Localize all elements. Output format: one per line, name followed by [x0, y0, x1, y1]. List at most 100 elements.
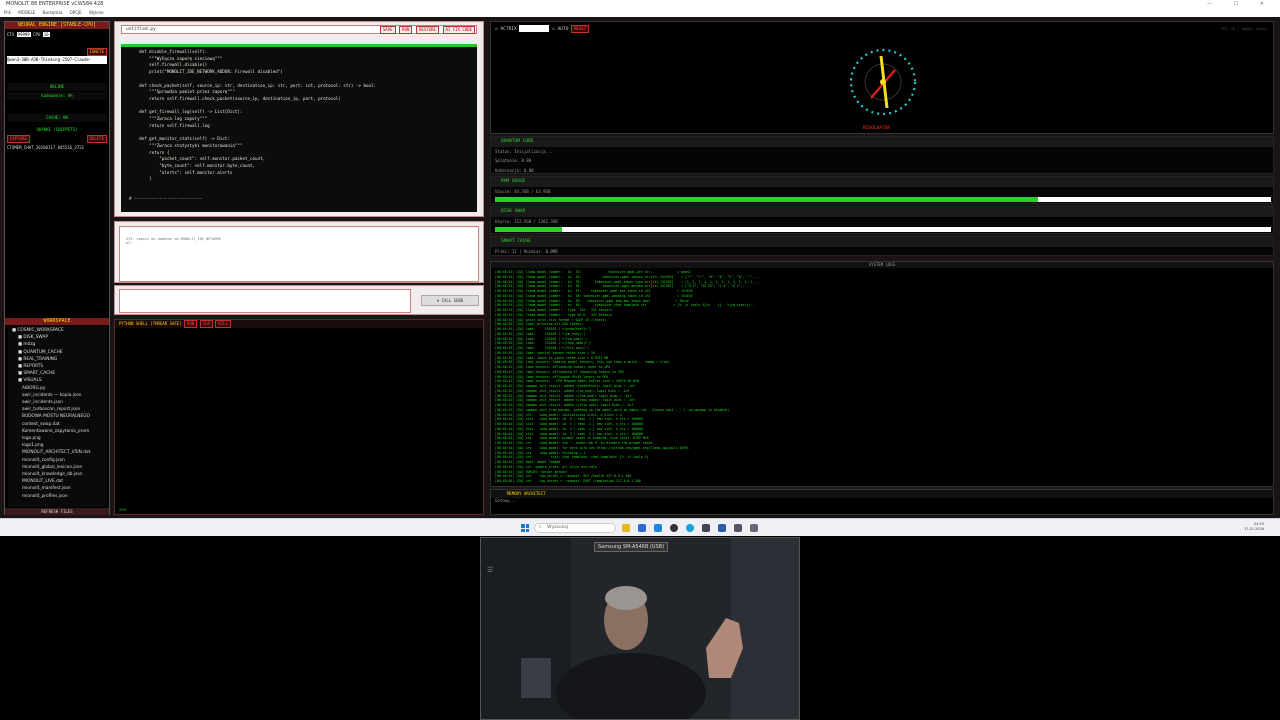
- run-button[interactable]: RUN: [399, 26, 413, 34]
- cpu-label: CPU: [33, 32, 41, 37]
- tree-item[interactable]: mionolit_profiles.json: [8, 493, 108, 500]
- tree-item[interactable]: mionolit_global_lexicon.json: [8, 464, 108, 471]
- memory-header: MEMORY ARCHITECT: [491, 490, 1273, 498]
- visual-panel: ☑ ACTRIX ☑ AUTO RESET FPS: 60 | WARNS: 5…: [490, 21, 1274, 134]
- tree-item[interactable]: awir_turboscan_report.json: [8, 406, 108, 413]
- system-logs-panel: SYSTEM LOGS [00:48:34] [GA] llama_model_…: [490, 261, 1274, 487]
- actrix-label: ACTRIX: [500, 27, 517, 32]
- actrix-input[interactable]: [519, 25, 550, 32]
- tree-item[interactable]: ■ DISK_SWAP: [8, 334, 108, 341]
- send-icon: ⊕: [436, 298, 440, 303]
- capture-button[interactable]: CAPTURE: [7, 135, 30, 143]
- app-icon[interactable]: [670, 524, 678, 532]
- window-controls[interactable]: — ☐ ✕: [1207, 0, 1274, 9]
- tree-item[interactable]: awir_incidents.json: [8, 399, 108, 406]
- search-placeholder: Wyszukaj: [547, 525, 569, 530]
- tree-item[interactable]: contest_swap.dat: [8, 421, 108, 428]
- app-icon-2[interactable]: [750, 524, 758, 532]
- chat-input[interactable]: [119, 289, 411, 313]
- code-text[interactable]: def disable_firewall(self): """Wyłącza z…: [121, 47, 477, 205]
- tree-item[interactable]: ■ COSMIC_WORKSPACE: [8, 327, 108, 334]
- visual-caption: REVOLVATOR: [863, 126, 891, 131]
- ram-usage: Użycie: 44.7GB / 63.9GB: [495, 189, 551, 194]
- tree-item[interactable]: ■ REPORTS: [8, 363, 108, 370]
- send-label: CALL SEND: [441, 298, 464, 303]
- ai-fix-button[interactable]: AI FIX CODE: [442, 26, 475, 34]
- code-area[interactable]: def disable_firewall(self): """Wyłącza z…: [121, 44, 477, 212]
- tree-item[interactable]: MIONOLIT_ARCHITECT_V5IN.dat: [8, 449, 108, 456]
- terminal-icon[interactable]: [702, 524, 710, 532]
- quantum-status: Status: Inicjalizacja...: [495, 149, 553, 154]
- menu-opcje[interactable]: OPCJE: [70, 10, 82, 15]
- tree-item[interactable]: ■ QUANTUM_CACHE: [8, 349, 108, 356]
- ram-bar-fill: [495, 197, 1039, 202]
- quarks-header: QUARKS (SNIPPETS): [36, 127, 78, 132]
- shell-run-button[interactable]: RUN: [184, 320, 198, 328]
- tree-item[interactable]: awir_incidents — kopia.json: [8, 392, 108, 399]
- desktop-capture: MONOLIT 88 ENTERPRISE vCWS84.428 — ☐ ✕ P…: [0, 0, 1280, 536]
- app-body: NEURAL ENGINE [STABLE-CPU] CTX 99999 CPU…: [0, 17, 1280, 518]
- tree-item[interactable]: BUDOWA MOSTU NEURALNEGO: [8, 413, 108, 420]
- visual-toolbar: ☑ ACTRIX ☑ AUTO RESET: [495, 25, 590, 33]
- shell-kill-button[interactable]: KILL: [215, 320, 231, 328]
- editor-icon[interactable]: [718, 524, 726, 532]
- workspace-tree: ■ COSMIC_WORKSPACE ■ DISK_SWAP ■ mózg ■ QUA…: [8, 327, 108, 507]
- store-icon[interactable]: [638, 524, 646, 532]
- python-icon[interactable]: [734, 524, 742, 532]
- shell-title: PYTHON SHELL [THREAD SAFE]: [119, 321, 182, 326]
- shell-clr-button[interactable]: CLR: [199, 320, 213, 328]
- tree-item[interactable]: ■ SMART_CACHE: [8, 370, 108, 377]
- menu-bar: Plik MODELE Narzędzia OPCJE Wykres: [0, 9, 1280, 17]
- model-select[interactable]: Qwen3-30B-A3B-Thinking-2507-Claude-: [7, 56, 107, 64]
- delete-button[interactable]: DELETE: [86, 135, 107, 143]
- menu-narzedzia[interactable]: Narzędzia: [42, 10, 62, 15]
- tree-item[interactable]: mionolit_manifest.json: [8, 485, 108, 492]
- ctx-input[interactable]: 99999: [16, 32, 31, 37]
- file-explorer-icon[interactable]: [622, 524, 630, 532]
- code-editor-panel: untitled.py SAVE RUN RESTORE AI FIX CODE…: [114, 21, 484, 217]
- refresh-files-button[interactable]: REFRESH FILES: [5, 508, 109, 515]
- tree-item[interactable]: ■ VISUALS: [8, 377, 108, 384]
- webcam-label: Samsung SM-A546B (USB): [594, 542, 669, 552]
- mail-icon[interactable]: [654, 524, 662, 532]
- menu-icon[interactable]: ☰: [487, 566, 493, 574]
- disk-bar-fill: [495, 227, 562, 232]
- save-button[interactable]: SAVE: [379, 26, 396, 34]
- tree-item[interactable]: ■ REAL_TRAINING: [8, 356, 108, 363]
- tree-item[interactable]: AIBORG.py: [8, 385, 108, 392]
- tree-item[interactable]: MIONOLIT_LIVE.dat: [8, 478, 108, 485]
- shell-header: PYTHON SHELL [THREAD SAFE] RUN CLR KILL: [115, 320, 483, 328]
- restore-button[interactable]: RESTORE: [416, 26, 439, 34]
- shell-prompt[interactable]: >>>: [119, 507, 126, 512]
- tree-item[interactable]: ■ mózg: [8, 341, 108, 348]
- windows-start-icon[interactable]: [521, 524, 529, 532]
- ignite-button[interactable]: IGNITE: [86, 48, 107, 56]
- tree-item[interactable]: mionolit_config.json: [8, 457, 108, 464]
- menu-plik[interactable]: Plik: [4, 10, 11, 15]
- tree-item[interactable]: Komentowane_zapytania_prom: [8, 428, 108, 435]
- reset-button[interactable]: RESET: [571, 25, 590, 33]
- system-tray[interactable]: 04:55 17.01.2026: [1244, 522, 1264, 532]
- tree-item[interactable]: logo.png: [8, 435, 108, 442]
- snippet-item[interactable]: CTXMEM_CHAT_20260117_045516_2721: [7, 144, 107, 152]
- smart-cache-header: SMART CACHE: [491, 237, 1273, 247]
- quantum-koherencja: Koherencja: 0.00: [495, 168, 534, 173]
- tree-item[interactable]: mionolit_knowledge_db.json: [8, 471, 108, 478]
- fps-info: FPS: 60 | WARNS: 5a2a2: [1220, 27, 1267, 31]
- cpu-input[interactable]: 16: [42, 32, 50, 37]
- send-button[interactable]: ⊕ CALL SEND: [421, 295, 479, 306]
- actrix-checkbox[interactable]: ☑: [495, 27, 498, 32]
- chat-response-box[interactable]: SYS: zapisz mi dodatek do MONOLIT_IDE_NE…: [119, 226, 479, 282]
- quantum-header: QUANTUM CORE: [491, 137, 1273, 147]
- taskbar: ⌕ Wyszukaj 04:55 17.01.2026: [0, 518, 1280, 536]
- ignite-row: IGNITE: [7, 48, 107, 56]
- disk-header: DISK SWAP: [491, 207, 1273, 217]
- menu-wykres[interactable]: Wykres: [89, 10, 104, 15]
- edge-browser-icon[interactable]: [686, 524, 694, 532]
- smart-cache-panel: SMART CACHE Pliki: 12 | Rozmiar: 0.0MB: [490, 236, 1274, 256]
- taskbar-search[interactable]: ⌕ Wyszukaj: [534, 523, 616, 533]
- menu-modele[interactable]: MODELE: [18, 10, 35, 15]
- tree-item[interactable]: logo1.png: [8, 442, 108, 449]
- ctx-cpu-row: CTX 99999 CPU 16: [7, 31, 107, 39]
- auto-checkbox[interactable]: ☑: [552, 27, 555, 32]
